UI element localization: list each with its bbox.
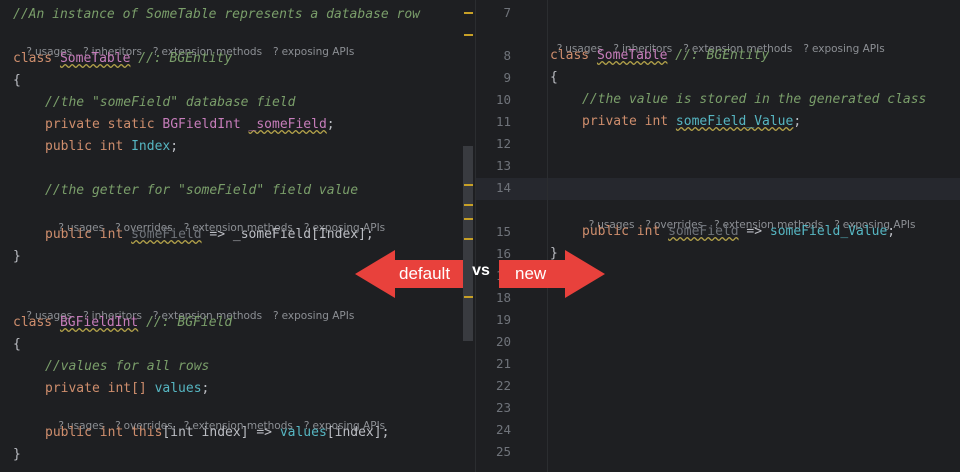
class-declaration: class SomeTable //: BGEntity <box>13 51 233 66</box>
vertical-scrollbar[interactable] <box>463 146 473 341</box>
line-number[interactable]: 23 <box>476 397 511 419</box>
field-declaration: private int someField_Value; <box>582 114 802 129</box>
brace-close: } <box>13 249 21 264</box>
line-number[interactable]: 15 <box>476 221 511 243</box>
line-number[interactable]: 9 <box>476 67 511 89</box>
values-declaration: private int[] values; <box>45 381 210 396</box>
line-number[interactable]: 22 <box>476 375 511 397</box>
line-number[interactable]: 19 <box>476 309 511 331</box>
new-label: new <box>515 264 547 283</box>
line-number[interactable]: 14 <box>476 177 511 199</box>
class-name[interactable]: SomeTable <box>60 51 130 66</box>
index-field-declaration: public int Index; <box>45 139 179 154</box>
brace-open: { <box>13 73 21 88</box>
brace-open: { <box>13 337 21 352</box>
comment-line: //values for all rows <box>45 359 210 374</box>
class-name[interactable]: BGFieldInt <box>60 315 138 330</box>
comment-line: //the getter for "someField" field value <box>45 183 359 198</box>
class-declaration: class BGFieldInt //: BGField <box>13 315 233 330</box>
line-number[interactable]: 10 <box>476 89 511 111</box>
hint-exposing-apis[interactable]: ? exposing APIs <box>273 46 354 58</box>
class-declaration: class SomeTable //: BGEntity <box>550 48 770 63</box>
line-number[interactable]: 7 <box>476 2 511 24</box>
comment-line: //the value is stored in the generated c… <box>582 92 927 107</box>
warning-stripe[interactable] <box>464 34 473 36</box>
right-arrow-annotation <box>499 250 605 298</box>
getter-declaration: public int someField => _someField[Index… <box>45 227 374 242</box>
warning-stripe[interactable] <box>464 12 473 14</box>
line-number[interactable]: 13 <box>476 155 511 177</box>
line-number[interactable]: 8 <box>476 45 511 67</box>
brace-close: } <box>13 447 21 462</box>
line-number[interactable]: 12 <box>476 133 511 155</box>
comment-line: //the "someField" database field <box>45 95 296 110</box>
line-number[interactable]: 24 <box>476 419 511 441</box>
gutter-separator <box>547 0 548 472</box>
default-label: default <box>399 264 451 283</box>
comment-line: //An instance of SomeTable represents a … <box>13 7 420 22</box>
warning-stripe[interactable] <box>464 238 473 240</box>
warning-stripe[interactable] <box>464 296 473 298</box>
hint-exposing-apis[interactable]: ? exposing APIs <box>803 43 884 55</box>
left-editor-pane[interactable]: //An instance of SomeTable represents a … <box>0 0 475 472</box>
warning-stripe[interactable] <box>464 204 473 206</box>
field-declaration: private static BGFieldInt _someField; <box>45 117 335 132</box>
warning-stripe[interactable] <box>464 184 473 186</box>
class-name[interactable]: SomeTable <box>597 48 667 63</box>
indexer-declaration: public int this[int index] => values[ind… <box>45 425 390 440</box>
line-number[interactable]: 11 <box>476 111 511 133</box>
hint-exposing-apis[interactable]: ? exposing APIs <box>273 310 354 322</box>
line-number[interactable]: 21 <box>476 353 511 375</box>
brace-open: { <box>550 70 558 85</box>
getter-declaration: public int someField => someField_Value; <box>582 224 896 239</box>
vs-label: vs <box>472 262 490 279</box>
warning-stripe[interactable] <box>464 218 473 220</box>
line-number[interactable]: 20 <box>476 331 511 353</box>
line-number[interactable]: 25 <box>476 441 511 463</box>
